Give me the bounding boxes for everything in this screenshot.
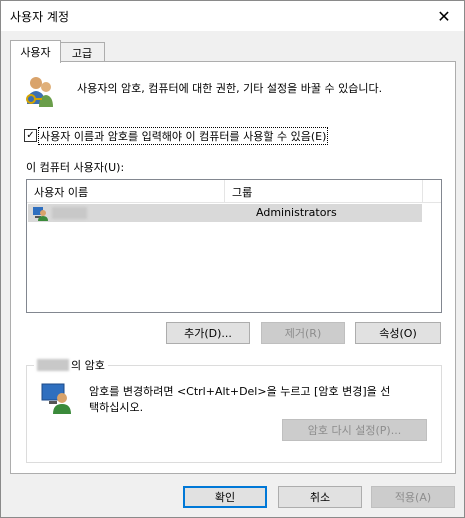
close-icon[interactable]: ✕ (424, 1, 464, 31)
apply-button[interactable]: 적용(A) (371, 486, 455, 508)
users-key-icon (26, 77, 53, 107)
add-user-button[interactable]: 추가(D)... (166, 322, 250, 344)
redacted-username (52, 207, 87, 219)
title-bar: 사용자 계정 ✕ (1, 1, 464, 31)
reset-password-button[interactable]: 암호 다시 설정(P)... (282, 419, 427, 441)
password-instructions-line1: 암호를 변경하려면 <Ctrl+Alt+Del>을 누르고 [암호 변경]을 선 (89, 385, 391, 398)
column-header-group[interactable]: 그룹 (232, 184, 252, 200)
ok-button[interactable]: 확인 (183, 486, 267, 508)
user-account-icon (33, 207, 48, 221)
tab-users-label: 사용자 (20, 46, 51, 59)
tab-users[interactable]: 사용자 (10, 40, 61, 63)
row-group: Administrators (256, 206, 337, 219)
tab-advanced-label: 고급 (71, 47, 93, 60)
require-login-label[interactable]: 사용자 이름과 암호를 입력해야 이 컴퓨터를 사용할 수 있음(E) (38, 127, 329, 145)
require-login-checkbox[interactable]: ✓ (24, 129, 37, 142)
password-group-title-text: 의 암호 (71, 359, 105, 372)
users-list-header: 사용자 이름 그룹 (27, 180, 441, 203)
user-accounts-dialog: 사용자 계정 ✕ 사용자 고급 사용자의 암호, 컴퓨터에 대한 권한, 기타 … (0, 0, 465, 518)
column-header-username[interactable]: 사용자 이름 (34, 184, 88, 200)
column-separator-end (422, 180, 423, 202)
properties-button[interactable]: 속성(O) (355, 322, 441, 344)
remove-user-button[interactable]: 제거(R) (261, 322, 345, 344)
password-group-title: 의 암호 (34, 357, 108, 373)
user-computer-icon (41, 383, 71, 414)
window-title: 사용자 계정 (10, 10, 70, 24)
redacted-username (37, 359, 69, 371)
table-row[interactable]: Administrators (28, 204, 422, 222)
intro-text: 사용자의 암호, 컴퓨터에 대한 권한, 기타 설정을 바꿀 수 있습니다. (77, 82, 383, 95)
password-instructions-line2: 택하십시오. (89, 401, 144, 414)
users-list-label: 이 컴퓨터 사용자(U): (26, 161, 125, 174)
cancel-button[interactable]: 취소 (278, 486, 362, 508)
tab-advanced[interactable]: 고급 (59, 42, 105, 63)
users-listview[interactable]: 사용자 이름 그룹 Administrators (26, 179, 442, 313)
column-separator[interactable] (224, 180, 225, 202)
